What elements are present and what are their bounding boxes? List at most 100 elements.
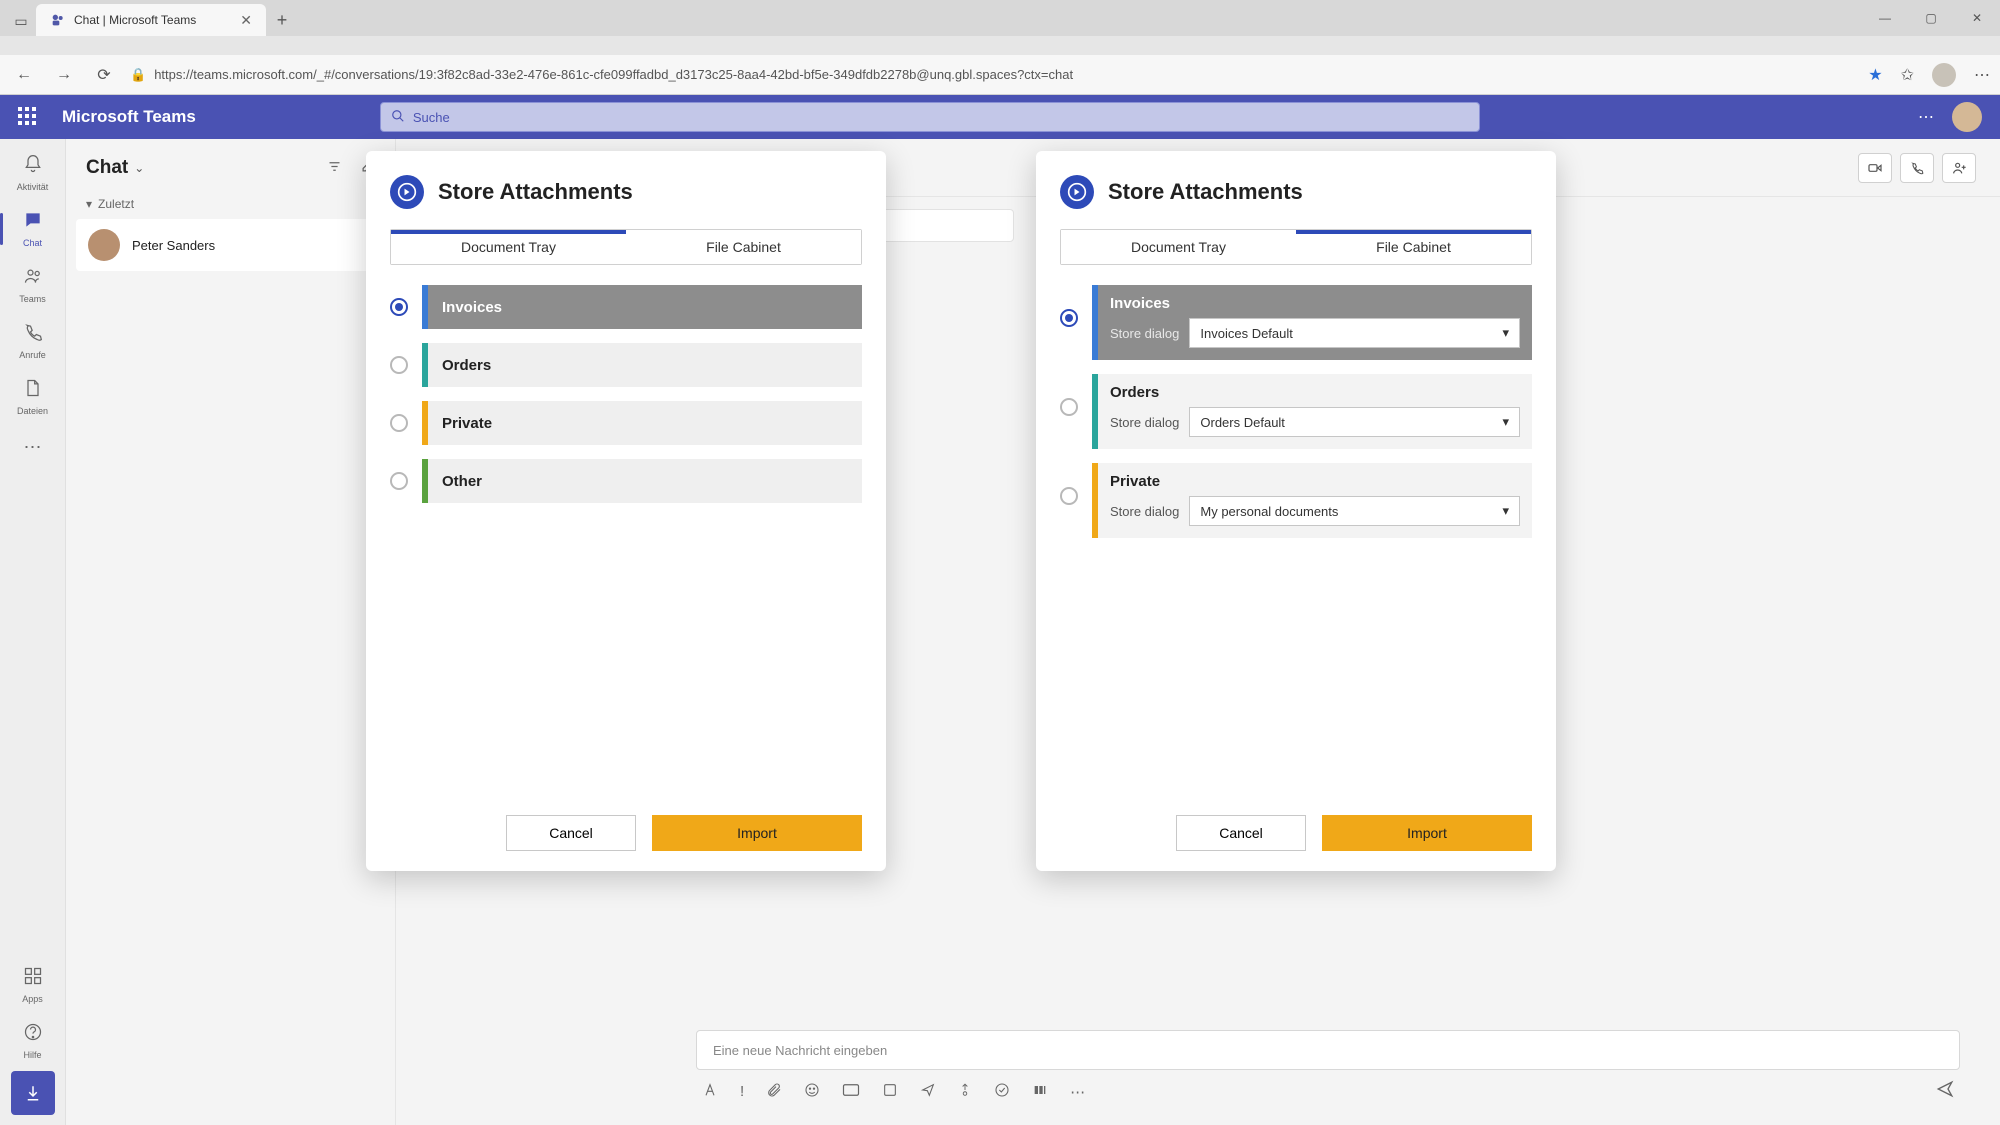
approvals-icon[interactable]: [994, 1082, 1010, 1102]
chevron-down-icon[interactable]: ⌄: [134, 161, 144, 175]
rail-chat[interactable]: Chat: [5, 203, 61, 255]
filter-icon[interactable]: [327, 159, 342, 177]
refresh-button[interactable]: ⟳: [90, 61, 118, 89]
tray-option-orders[interactable]: Orders: [390, 343, 862, 387]
extension-icon[interactable]: [1032, 1082, 1048, 1102]
forward-button[interactable]: →: [50, 61, 78, 89]
tab-strip: ▭ Chat | Microsoft Teams ✕ + — ▢ ✕: [0, 0, 2000, 36]
radio-button[interactable]: [390, 414, 408, 432]
radio-button[interactable]: [390, 356, 408, 374]
app-body: Aktivität Chat Teams Anrufe Dateien: [0, 139, 2000, 1125]
maximize-button[interactable]: ▢: [1908, 0, 1954, 36]
user-avatar[interactable]: [1952, 102, 1982, 132]
store-dialog-select[interactable]: Orders Default ▾: [1189, 407, 1520, 437]
compose-toolbar: ! ⋯: [696, 1070, 1960, 1103]
tab-document-tray[interactable]: Document Tray: [391, 230, 626, 264]
app-rail: Aktivität Chat Teams Anrufe Dateien: [0, 139, 66, 1125]
browser-tab[interactable]: Chat | Microsoft Teams ✕: [36, 4, 266, 36]
rail-calls[interactable]: Anrufe: [5, 315, 61, 367]
video-call-button[interactable]: [1858, 153, 1892, 183]
segment-control: Document Tray File Cabinet: [390, 229, 862, 265]
search-input[interactable]: Suche: [380, 102, 1480, 132]
priority-icon[interactable]: !: [740, 1083, 744, 1100]
search-placeholder: Suche: [413, 110, 450, 125]
share-icon[interactable]: [920, 1082, 936, 1102]
people-icon: [23, 266, 43, 292]
import-button[interactable]: Import: [652, 815, 862, 851]
chat-list-panel: Chat ⌄ ▾ Zuletzt Peter Sanders: [66, 139, 396, 1125]
app-launcher-icon[interactable]: [18, 107, 38, 127]
message-input[interactable]: Eine neue Nachricht eingeben: [696, 1030, 1960, 1070]
minimize-button[interactable]: —: [1862, 0, 1908, 36]
tab-actions-icon[interactable]: ▭: [6, 6, 36, 36]
conversation-panel: Peter Sanders Chat Dateien Organisation …: [396, 139, 2000, 1125]
apps-icon: [23, 966, 43, 992]
settings-more-icon[interactable]: ⋯: [1918, 107, 1934, 127]
teams-favicon-icon: [50, 12, 66, 28]
tab-file-cabinet[interactable]: File Cabinet: [626, 230, 861, 264]
tray-option-private[interactable]: Private: [390, 401, 862, 445]
radio-button[interactable]: [390, 298, 408, 316]
cancel-button[interactable]: Cancel: [506, 815, 636, 851]
tray-option-other[interactable]: Other: [390, 459, 862, 503]
docuware-logo-icon: [390, 175, 424, 209]
add-people-button[interactable]: [1942, 153, 1976, 183]
rail-activity[interactable]: Aktivität: [5, 147, 61, 199]
contact-avatar: [88, 229, 120, 261]
rail-help[interactable]: Hilfe: [5, 1015, 61, 1067]
dialog-title: Store Attachments: [1108, 179, 1303, 205]
cabinet-option-orders[interactable]: Orders Store dialog Orders Default ▾: [1060, 374, 1532, 449]
cabinet-option-invoices[interactable]: Invoices Store dialog Invoices Default ▾: [1060, 285, 1532, 360]
caret-icon: ▾: [86, 197, 92, 211]
close-tab-icon[interactable]: ✕: [240, 12, 252, 29]
product-title: Microsoft Teams: [62, 107, 196, 127]
address-bar: ← → ⟳ 🔒 https://teams.microsoft.com/_#/c…: [0, 55, 2000, 95]
tab-document-tray[interactable]: Document Tray: [1061, 230, 1296, 264]
radio-button[interactable]: [1060, 398, 1078, 416]
favorite-icon[interactable]: ★: [1868, 65, 1882, 85]
store-dialog-select[interactable]: My personal documents ▾: [1189, 496, 1520, 526]
teams-header: Microsoft Teams Suche ⋯: [0, 95, 2000, 139]
praise-icon[interactable]: [958, 1082, 972, 1102]
rail-download-button[interactable]: [11, 1071, 55, 1115]
dropdown-caret-icon: ▾: [1502, 325, 1509, 341]
chat-list-item[interactable]: Peter Sanders: [76, 219, 385, 271]
window-controls: — ▢ ✕: [1862, 0, 2000, 36]
radio-button[interactable]: [1060, 487, 1078, 505]
recent-label[interactable]: ▾ Zuletzt: [66, 193, 395, 215]
tab-file-cabinet[interactable]: File Cabinet: [1296, 230, 1531, 264]
emoji-icon[interactable]: [804, 1082, 820, 1102]
rail-teams[interactable]: Teams: [5, 259, 61, 311]
compose-area: Eine neue Nachricht eingeben ! ⋯: [696, 1030, 1960, 1103]
cabinet-option-private[interactable]: Private Store dialog My personal documen…: [1060, 463, 1532, 538]
url-field[interactable]: 🔒 https://teams.microsoft.com/_#/convers…: [130, 67, 1073, 83]
radio-button[interactable]: [390, 472, 408, 490]
back-button[interactable]: ←: [10, 61, 38, 89]
browser-menu-icon[interactable]: ⋯: [1974, 65, 1990, 85]
rail-files[interactable]: Dateien: [5, 371, 61, 423]
store-attachments-dialog-cabinet: Store Attachments Document Tray File Cab…: [1036, 151, 1556, 871]
tab-title: Chat | Microsoft Teams: [74, 13, 196, 27]
sticker-icon[interactable]: [882, 1082, 898, 1102]
tray-option-invoices[interactable]: Invoices: [390, 285, 862, 329]
rail-apps[interactable]: Apps: [5, 959, 61, 1011]
radio-button[interactable]: [1060, 309, 1078, 327]
profile-avatar[interactable]: [1932, 63, 1956, 87]
chat-icon: [23, 210, 43, 236]
gif-icon[interactable]: [842, 1082, 860, 1102]
store-dialog-select[interactable]: Invoices Default ▾: [1189, 318, 1520, 348]
audio-call-button[interactable]: [1900, 153, 1934, 183]
new-tab-button[interactable]: +: [266, 4, 298, 36]
format-icon[interactable]: [702, 1082, 718, 1102]
favorites-bar-icon[interactable]: ✩: [1901, 65, 1914, 85]
import-button[interactable]: Import: [1322, 815, 1532, 851]
close-window-button[interactable]: ✕: [1954, 0, 2000, 36]
attach-icon[interactable]: [766, 1082, 782, 1102]
search-icon: [391, 109, 405, 126]
help-icon: [23, 1022, 43, 1048]
contact-name: Peter Sanders: [132, 238, 215, 253]
cancel-button[interactable]: Cancel: [1176, 815, 1306, 851]
compose-more-icon[interactable]: ⋯: [1070, 1083, 1085, 1101]
send-button[interactable]: [1936, 1080, 1954, 1103]
rail-more-icon[interactable]: ⋯: [24, 427, 42, 468]
